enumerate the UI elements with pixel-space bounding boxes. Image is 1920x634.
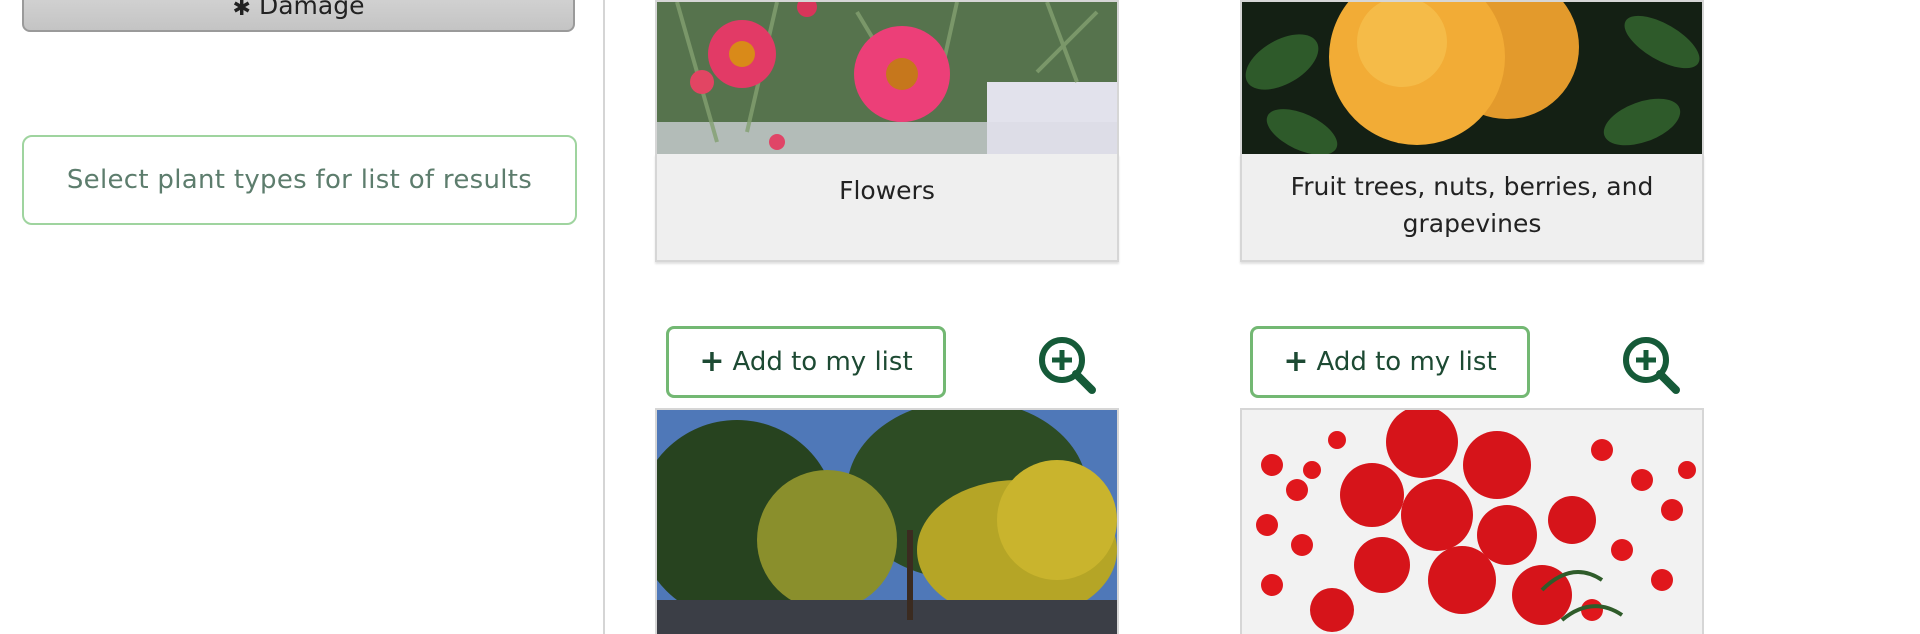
plant-card-flowers[interactable]: Flowers xyxy=(655,0,1119,262)
results-hint: Select plant types for list of results xyxy=(22,135,577,225)
add-to-list-button[interactable]: + Add to my list xyxy=(1250,326,1530,398)
card-actions-trees: + Add to my list xyxy=(656,326,1120,402)
add-to-list-button[interactable]: + Add to my list xyxy=(666,326,946,398)
damage-button-label: Damage xyxy=(258,0,365,20)
tomatoes-photo xyxy=(1242,410,1702,634)
results-hint-text: Select plant types for list of results xyxy=(66,165,533,195)
sidebar-divider xyxy=(603,0,605,634)
flowers-caption-text: Flowers xyxy=(839,176,935,205)
fruit-photo xyxy=(1242,2,1702,154)
bug-icon: ✱ xyxy=(232,0,251,21)
card-actions-tomatoes: + Add to my list xyxy=(1240,326,1704,402)
fruit-caption-text: Fruit trees, nuts, berries, and grapevin… xyxy=(1290,172,1654,238)
trees-image xyxy=(655,408,1119,634)
fruit-image xyxy=(1240,0,1704,154)
plus-icon: + xyxy=(1283,344,1309,379)
fruit-caption: Fruit trees, nuts, berries, and grapevin… xyxy=(1240,154,1704,262)
trees-photo xyxy=(657,410,1117,634)
zoom-in-icon[interactable] xyxy=(1036,334,1098,396)
damage-button[interactable]: ✱ Damage xyxy=(22,0,575,32)
page: ✱ Damage Select plant types for list of … xyxy=(0,0,1920,634)
plus-icon: + xyxy=(699,344,725,379)
add-to-list-label: Add to my list xyxy=(732,347,913,377)
plant-card-trees[interactable] xyxy=(655,408,1119,634)
flowers-caption: Flowers xyxy=(655,154,1119,262)
plant-card-tomatoes[interactable] xyxy=(1240,408,1704,634)
flowers-photo xyxy=(657,2,1117,154)
flowers-image xyxy=(655,0,1119,154)
zoom-in-icon[interactable] xyxy=(1620,334,1682,396)
add-to-list-label: Add to my list xyxy=(1316,347,1497,377)
tomatoes-image xyxy=(1240,408,1704,634)
plant-card-fruit-trees[interactable]: Fruit trees, nuts, berries, and grapevin… xyxy=(1240,0,1704,262)
sidebar: ✱ Damage Select plant types for list of … xyxy=(0,0,603,634)
